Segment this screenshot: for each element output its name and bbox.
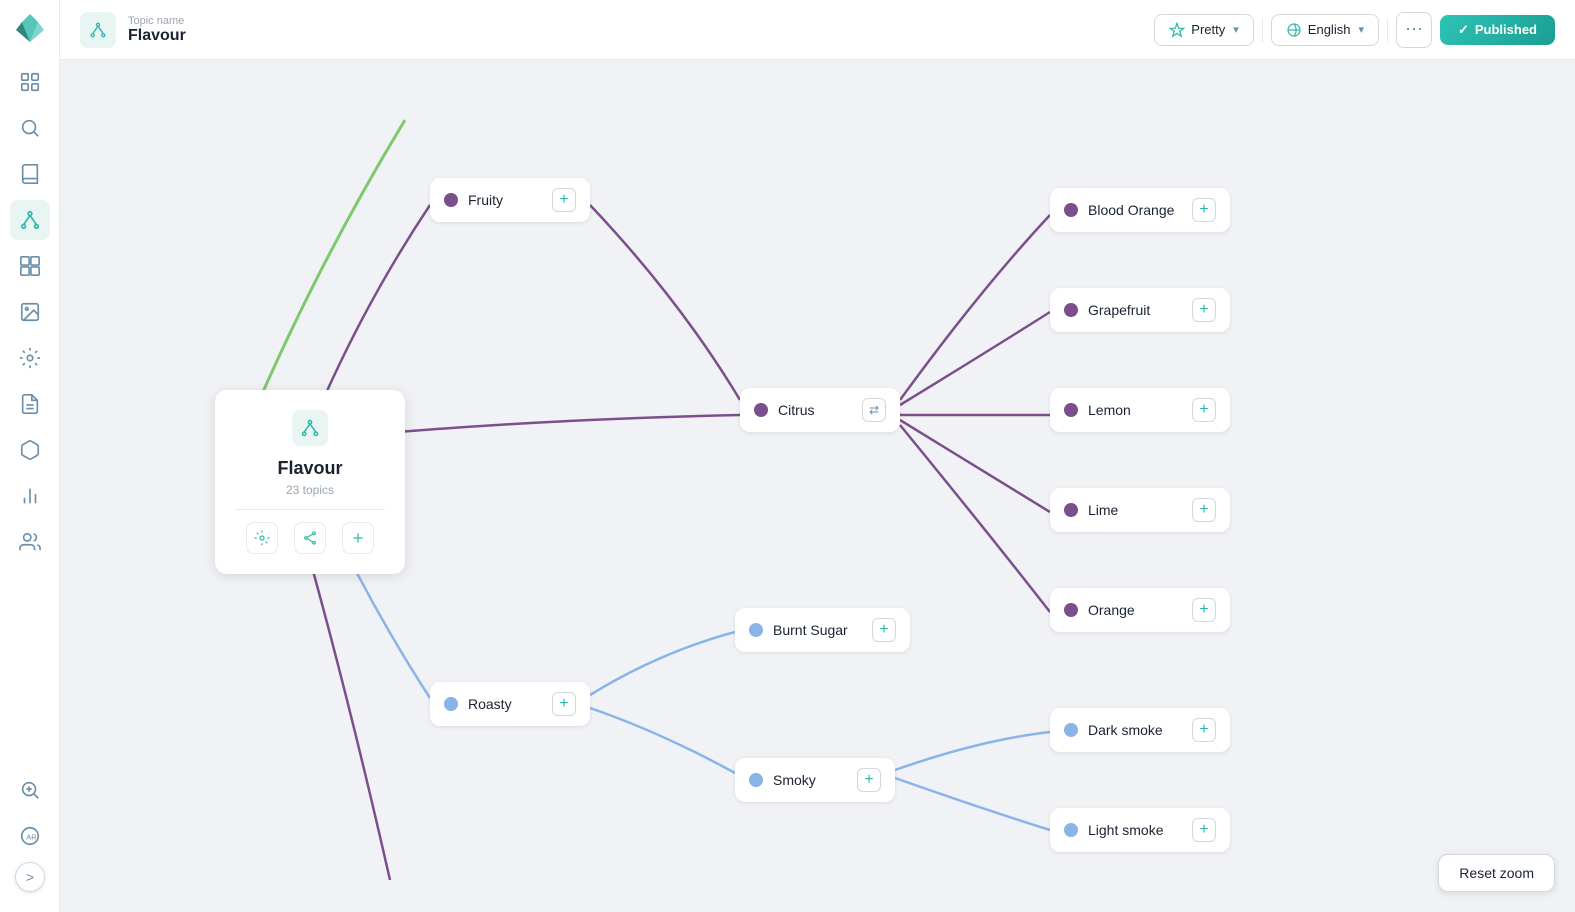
blood-orange-node: Blood Orange + <box>1050 188 1230 232</box>
citrus-node: Citrus ⇄ <box>740 388 900 432</box>
grapefruit-add-button[interactable]: + <box>1192 298 1216 322</box>
light-smoke-node: Light smoke + <box>1050 808 1230 852</box>
lemon-node: Lemon + <box>1050 388 1230 432</box>
header-topic-label: Topic name <box>128 15 1154 27</box>
more-options-button[interactable]: ⋯ <box>1396 12 1432 48</box>
blood-orange-label: Blood Orange <box>1088 202 1182 218</box>
orange-add-button[interactable]: + <box>1192 598 1216 622</box>
sidebar-item-gear[interactable] <box>10 338 50 378</box>
burnt-sugar-dot <box>749 623 763 637</box>
sidebar-item-search[interactable] <box>10 108 50 148</box>
pretty-button[interactable]: Pretty ▾ <box>1154 14 1254 46</box>
sidebar-item-doc[interactable] <box>10 384 50 424</box>
orange-dot <box>1064 603 1078 617</box>
sidebar-item-blocks[interactable] <box>10 246 50 286</box>
header-topic-info: Topic name Flavour <box>128 15 1154 45</box>
sidebar: AR <box>0 0 60 912</box>
english-chevron: ▾ <box>1358 23 1364 36</box>
fruity-node: Fruity + <box>430 178 590 222</box>
root-icon <box>292 410 328 446</box>
lime-label: Lime <box>1088 502 1182 518</box>
header-divider-2 <box>1387 18 1388 42</box>
root-divider <box>235 509 385 510</box>
header-topic-icon <box>80 12 116 48</box>
burnt-sugar-node: Burnt Sugar + <box>735 608 910 652</box>
fruity-label: Fruity <box>468 192 542 208</box>
roasty-label: Roasty <box>468 696 542 712</box>
header: Topic name Flavour Pretty ▾ English ▾ ⋯ … <box>60 0 1575 60</box>
sidebar-item-topics[interactable] <box>10 200 50 240</box>
light-smoke-label: Light smoke <box>1088 822 1182 838</box>
blood-orange-dot <box>1064 203 1078 217</box>
fruity-add-button[interactable]: + <box>552 188 576 212</box>
smoky-dot <box>749 773 763 787</box>
lime-dot <box>1064 503 1078 517</box>
roasty-node: Roasty + <box>430 682 590 726</box>
lime-add-button[interactable]: + <box>1192 498 1216 522</box>
sidebar-item-box[interactable] <box>10 430 50 470</box>
smoky-add-button[interactable]: + <box>857 768 881 792</box>
sidebar-item-chart[interactable] <box>10 476 50 516</box>
sidebar-item-grid[interactable] <box>10 62 50 102</box>
sidebar-item-image[interactable] <box>10 292 50 332</box>
root-subtitle: 23 topics <box>235 483 385 497</box>
root-node: Flavour 23 topics <box>215 390 405 574</box>
sidebar-item-ar[interactable]: AR <box>10 816 50 856</box>
orange-label: Orange <box>1088 602 1182 618</box>
light-smoke-dot <box>1064 823 1078 837</box>
burnt-sugar-label: Burnt Sugar <box>773 622 862 638</box>
svg-text:AR: AR <box>26 833 36 842</box>
check-icon: ✓ <box>1458 22 1469 38</box>
root-title: Flavour <box>235 458 385 479</box>
lemon-label: Lemon <box>1088 402 1182 418</box>
sidebar-item-users[interactable] <box>10 522 50 562</box>
logo <box>12 10 48 46</box>
blood-orange-add-button[interactable]: + <box>1192 198 1216 222</box>
lemon-dot <box>1064 403 1078 417</box>
sidebar-expand-button[interactable]: > <box>15 862 45 892</box>
pretty-chevron: ▾ <box>1233 23 1239 36</box>
root-icon-row <box>235 410 385 446</box>
header-topic-name: Flavour <box>128 27 1154 45</box>
light-smoke-add-button[interactable]: + <box>1192 818 1216 842</box>
main-canvas: Flavour 23 topics <box>60 60 1575 912</box>
lime-node: Lime + <box>1050 488 1230 532</box>
header-divider-1 <box>1262 18 1263 42</box>
orange-node: Orange + <box>1050 588 1230 632</box>
lemon-add-button[interactable]: + <box>1192 398 1216 422</box>
burnt-sugar-add-button[interactable]: + <box>872 618 896 642</box>
root-share-button[interactable] <box>294 522 326 554</box>
sidebar-item-book[interactable] <box>10 154 50 194</box>
sidebar-item-zoom[interactable] <box>10 770 50 810</box>
roasty-add-button[interactable]: + <box>552 692 576 716</box>
grapefruit-label: Grapefruit <box>1088 302 1182 318</box>
header-controls: Pretty ▾ English ▾ ⋯ ✓ Published <box>1154 12 1555 48</box>
root-actions <box>235 522 385 554</box>
reset-zoom-button[interactable]: Reset zoom <box>1438 854 1555 892</box>
dark-smoke-label: Dark smoke <box>1088 722 1182 738</box>
dark-smoke-node: Dark smoke + <box>1050 708 1230 752</box>
citrus-expand-button[interactable]: ⇄ <box>862 398 886 422</box>
roasty-dot <box>444 697 458 711</box>
fruity-dot <box>444 193 458 207</box>
smoky-node: Smoky + <box>735 758 895 802</box>
dark-smoke-dot <box>1064 723 1078 737</box>
english-button[interactable]: English ▾ <box>1271 14 1379 46</box>
published-button[interactable]: ✓ Published <box>1440 15 1555 45</box>
citrus-label: Citrus <box>778 402 852 418</box>
root-add-button[interactable] <box>342 522 374 554</box>
smoky-label: Smoky <box>773 772 847 788</box>
grapefruit-dot <box>1064 303 1078 317</box>
grapefruit-node: Grapefruit + <box>1050 288 1230 332</box>
dark-smoke-add-button[interactable]: + <box>1192 718 1216 742</box>
citrus-dot <box>754 403 768 417</box>
root-settings-button[interactable] <box>246 522 278 554</box>
